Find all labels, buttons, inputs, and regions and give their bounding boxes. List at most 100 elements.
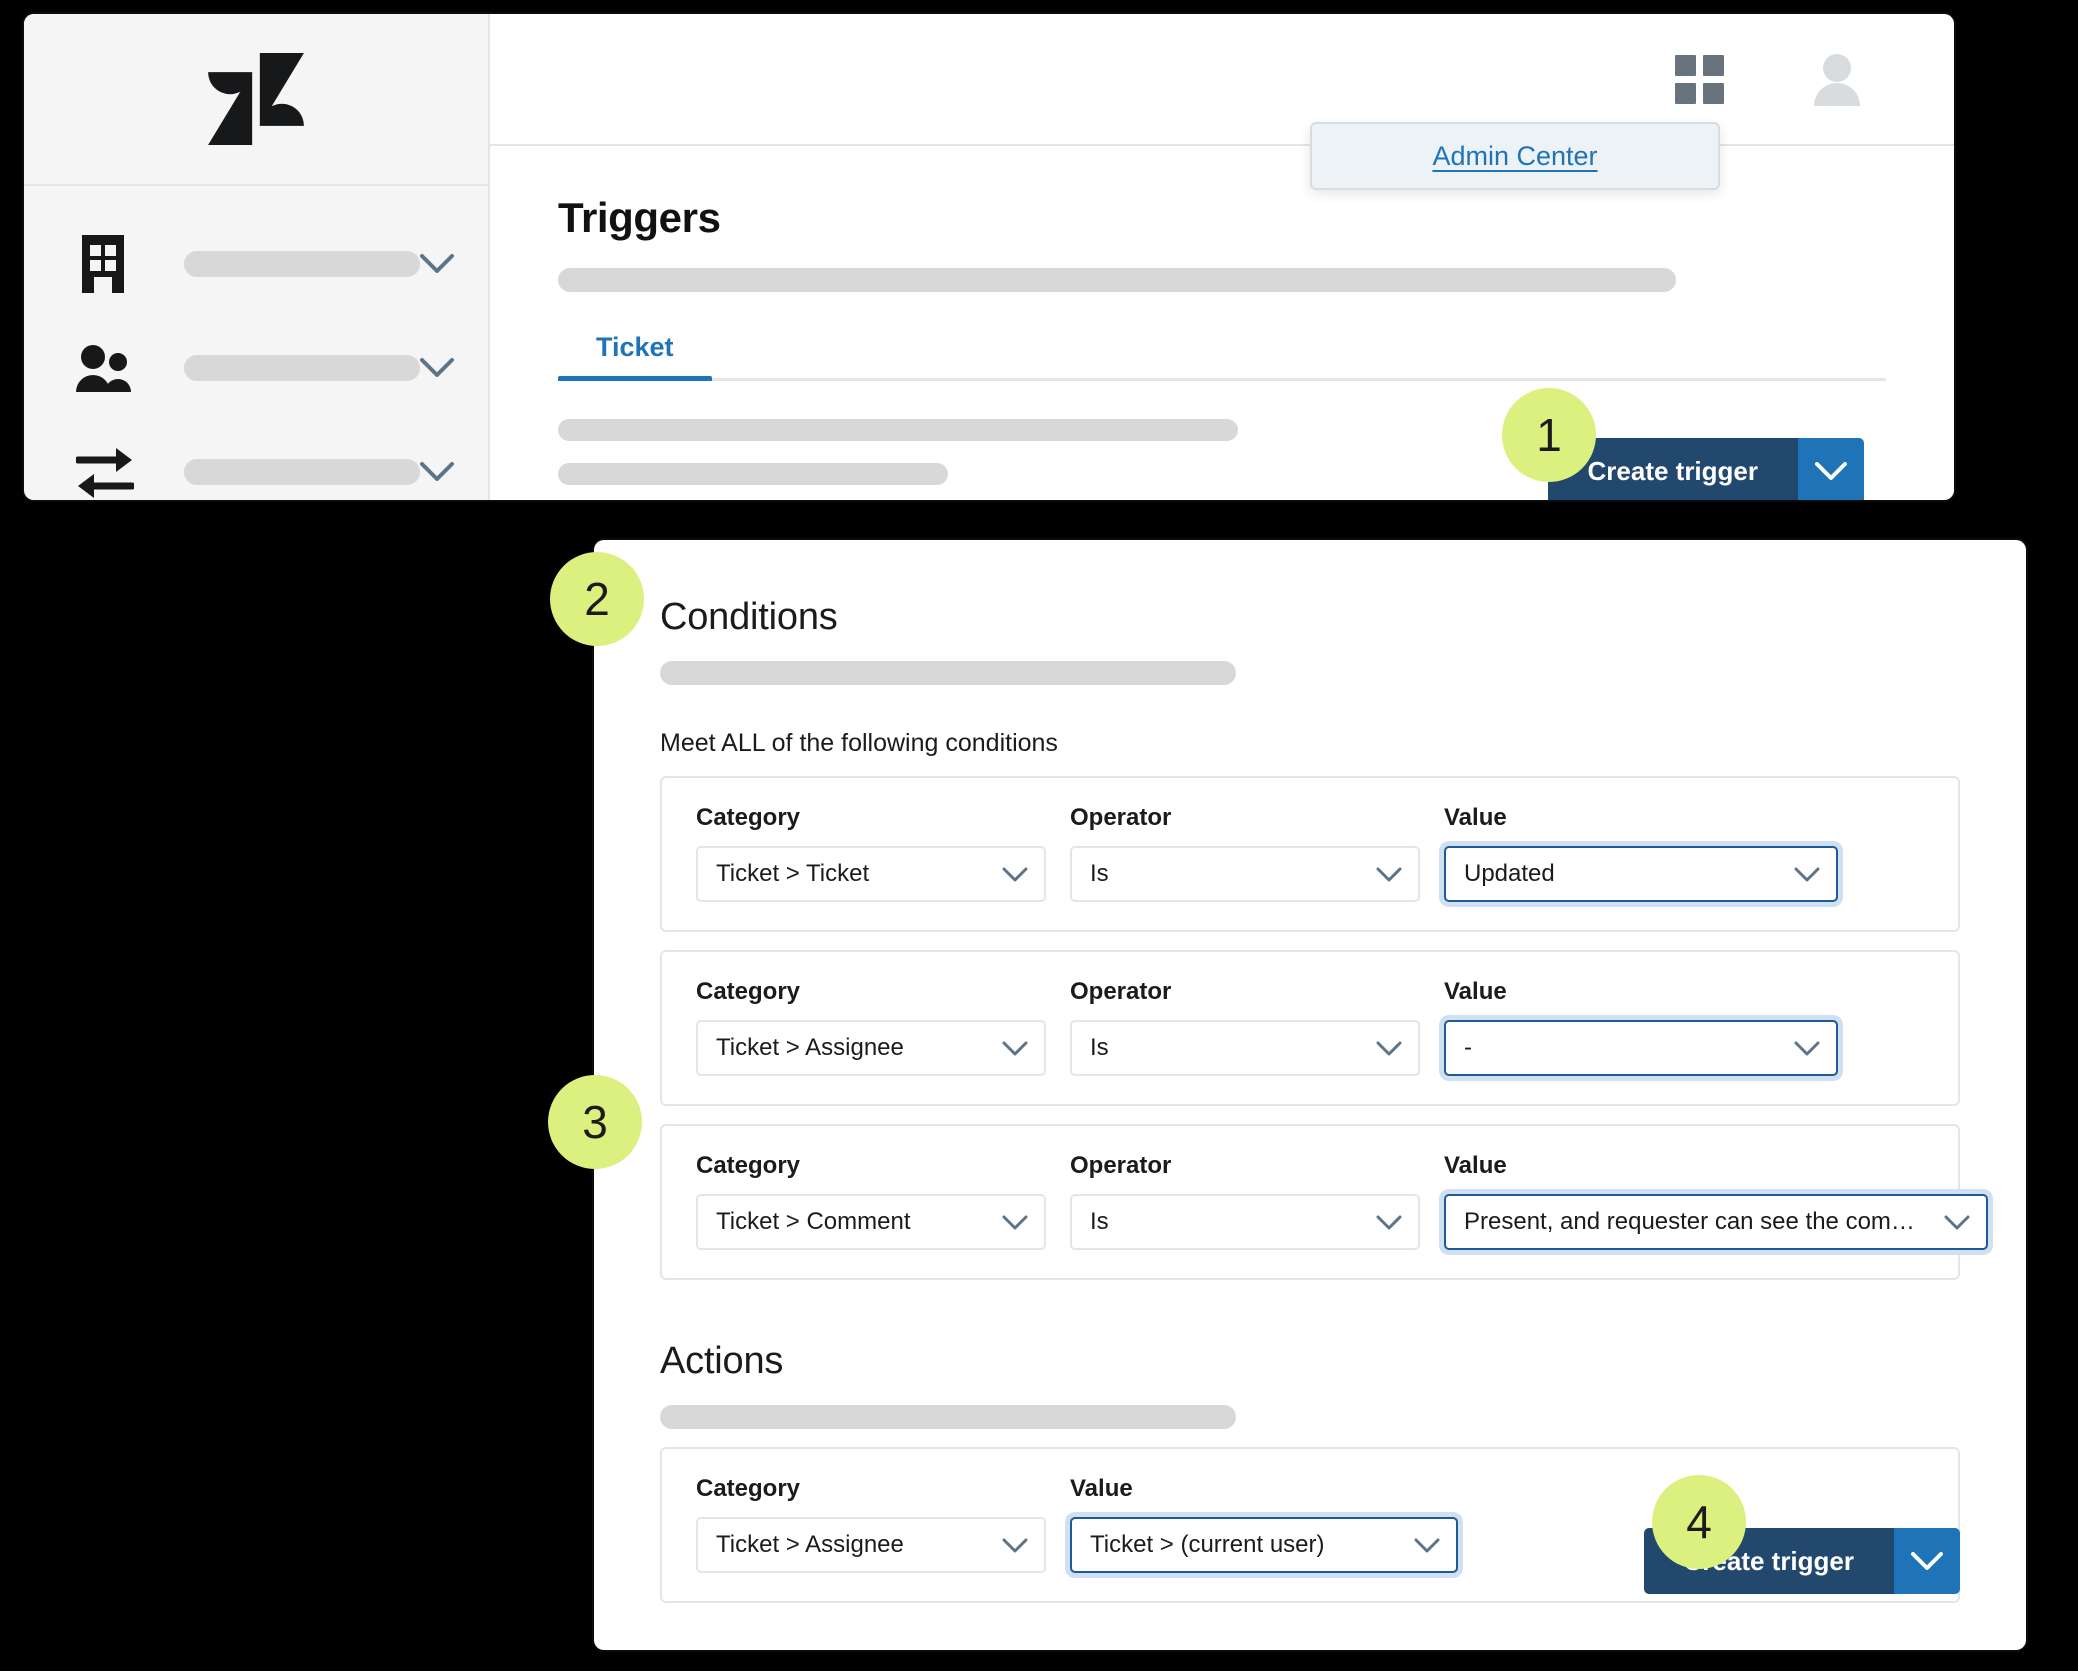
chevron-down-icon[interactable] xyxy=(420,462,454,482)
condition-operator-field: Operator Is xyxy=(1070,804,1420,902)
action-value-select[interactable]: Ticket > (current user) xyxy=(1070,1517,1458,1573)
chevron-down-icon xyxy=(1376,867,1402,882)
user-avatar-icon[interactable] xyxy=(1810,52,1864,106)
condition-row: Category Ticket > Comment Operator Is Va… xyxy=(660,1124,1988,1280)
sidebar-item-label-placeholder xyxy=(184,251,420,277)
conditions-description-placeholder xyxy=(660,661,1236,685)
step-badge-2: 2 xyxy=(550,552,644,646)
chevron-down-icon xyxy=(1002,1041,1028,1056)
field-label-operator: Operator xyxy=(1070,804,1172,831)
condition-operator-value: Is xyxy=(1090,1034,1109,1061)
chevron-down-icon xyxy=(1794,1041,1820,1056)
list-placeholder-row-1 xyxy=(558,419,1238,441)
tab-ticket-label: Ticket xyxy=(596,332,674,362)
sidebar-item-organizations[interactable] xyxy=(24,212,488,316)
sidebar-item-label-placeholder xyxy=(184,355,420,381)
condition-value-select[interactable]: Updated xyxy=(1444,846,1838,902)
chevron-down-icon xyxy=(1911,1551,1943,1570)
condition-operator-select[interactable]: Is xyxy=(1070,1194,1420,1250)
tab-active-indicator xyxy=(558,376,712,381)
condition-category-select[interactable]: Ticket > Ticket xyxy=(696,846,1046,902)
building-icon xyxy=(76,235,138,293)
sidebar-item-label-placeholder xyxy=(184,459,420,485)
field-label-category: Category xyxy=(696,1152,801,1179)
arrows-exchange-icon xyxy=(76,446,138,498)
chevron-down-icon xyxy=(1815,461,1847,480)
field-label-category: Category xyxy=(696,1475,801,1502)
field-label-value: Value xyxy=(1444,1152,1507,1179)
action-category-field: Category Ticket > Assignee xyxy=(696,1475,1046,1573)
chevron-down-icon xyxy=(1376,1041,1402,1056)
chevron-down-icon xyxy=(1794,867,1820,882)
trigger-editor-panel: Conditions Meet ALL of the following con… xyxy=(594,540,2026,1650)
condition-category-value: Ticket > Ticket xyxy=(716,860,870,887)
condition-category-value: Ticket > Comment xyxy=(716,1208,911,1235)
condition-value-select[interactable]: - xyxy=(1444,1020,1838,1076)
condition-category-select[interactable]: Ticket > Comment xyxy=(696,1194,1046,1250)
condition-category-field: Category Ticket > Comment xyxy=(696,1152,1046,1250)
top-bar xyxy=(490,14,1954,146)
field-label-value: Value xyxy=(1444,978,1507,1005)
page-description-placeholder xyxy=(558,268,1676,292)
chevron-down-icon xyxy=(1376,1215,1402,1230)
create-trigger-dropdown-top[interactable] xyxy=(1798,438,1864,500)
field-label-value: Value xyxy=(1444,804,1507,831)
chevron-down-icon[interactable] xyxy=(420,254,454,274)
condition-operator-select[interactable]: Is xyxy=(1070,1020,1420,1076)
sidebar-item-people[interactable] xyxy=(24,316,488,420)
condition-row: Category Ticket > Ticket Operator Is Val… xyxy=(660,776,1960,932)
condition-operator-select[interactable]: Is xyxy=(1070,846,1420,902)
condition-row: Category Ticket > Assignee Operator Is V… xyxy=(660,950,1960,1106)
conditions-heading: Conditions xyxy=(660,596,838,638)
main-content: Triggers Ticket Create trigger xyxy=(490,14,1954,500)
create-trigger-dropdown-bottom[interactable] xyxy=(1894,1528,1960,1594)
chevron-down-icon[interactable] xyxy=(420,358,454,378)
condition-operator-value: Is xyxy=(1090,1208,1109,1235)
condition-category-value: Ticket > Assignee xyxy=(716,1034,904,1061)
condition-value-value: Present, and requester can see the comme… xyxy=(1464,1208,1934,1235)
sidebar-nav: Objects and rules Business rules Trigger… xyxy=(24,186,488,500)
action-category-value: Ticket > Assignee xyxy=(716,1531,904,1558)
field-label-operator: Operator xyxy=(1070,978,1172,1005)
tab-bar: Ticket xyxy=(558,332,1954,381)
create-trigger-button-group-top[interactable]: Create trigger xyxy=(1547,438,1864,500)
page-title: Triggers xyxy=(558,194,721,241)
zendesk-logo xyxy=(208,53,304,145)
step-badge-1: 1 xyxy=(1502,388,1596,482)
sidebar: Objects and rules Business rules Trigger… xyxy=(24,14,490,500)
tab-ticket[interactable]: Ticket xyxy=(558,332,712,381)
admin-center-link[interactable]: Admin Center xyxy=(1432,141,1597,172)
condition-value-value: Updated xyxy=(1464,860,1555,887)
step-badge-4: 4 xyxy=(1652,1475,1746,1569)
action-value-field: Value Ticket > (current user) xyxy=(1070,1475,1458,1573)
field-label-value: Value xyxy=(1070,1475,1133,1502)
meet-all-conditions-text: Meet ALL of the following conditions xyxy=(660,729,1058,757)
condition-value-value: - xyxy=(1464,1034,1472,1061)
field-label-category: Category xyxy=(696,804,801,831)
chevron-down-icon xyxy=(1002,1215,1028,1230)
condition-operator-field: Operator Is xyxy=(1070,978,1420,1076)
chevron-down-icon xyxy=(1414,1538,1440,1553)
page-content: Triggers Ticket xyxy=(490,146,1954,485)
condition-value-select[interactable]: Present, and requester can see the comme… xyxy=(1444,1194,1988,1250)
condition-operator-value: Is xyxy=(1090,860,1109,887)
condition-operator-field: Operator Is xyxy=(1070,1152,1420,1250)
action-category-select[interactable]: Ticket > Assignee xyxy=(696,1517,1046,1573)
field-label-operator: Operator xyxy=(1070,1152,1172,1179)
screenshot-stage: Objects and rules Business rules Trigger… xyxy=(0,0,2078,1671)
app-window: Objects and rules Business rules Trigger… xyxy=(24,14,1954,500)
condition-category-select[interactable]: Ticket > Assignee xyxy=(696,1020,1046,1076)
sidebar-item-channels[interactable] xyxy=(24,420,488,500)
admin-center-popup[interactable]: Admin Center xyxy=(1310,122,1720,190)
chevron-down-icon xyxy=(1944,1215,1970,1230)
chevron-down-icon xyxy=(1002,867,1028,882)
condition-value-field: Value - xyxy=(1444,978,1838,1076)
step-badge-3: 3 xyxy=(548,1075,642,1169)
grid-apps-icon[interactable] xyxy=(1675,54,1724,104)
actions-heading: Actions xyxy=(660,1340,784,1382)
brand-area xyxy=(24,14,488,186)
actions-description-placeholder xyxy=(660,1405,1236,1429)
list-placeholder-row-2 xyxy=(558,463,948,485)
people-icon xyxy=(76,344,138,392)
chevron-down-icon xyxy=(1002,1538,1028,1553)
